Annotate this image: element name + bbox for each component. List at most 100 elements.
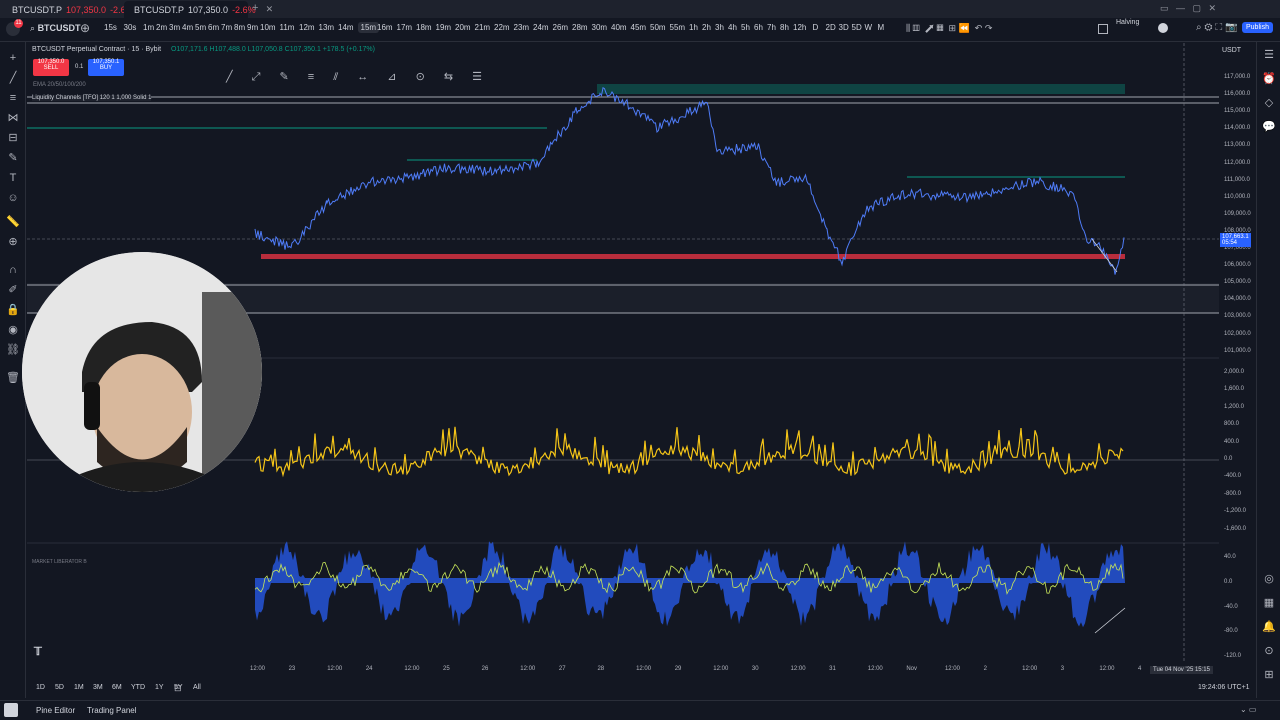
timeframe-13m[interactable]: 13m [319, 23, 335, 32]
pattern-icon[interactable]: ⋈ [5, 110, 21, 126]
timeframe-D[interactable]: D [813, 23, 819, 32]
range-3M[interactable]: 3M [93, 684, 103, 691]
range-All[interactable]: All [193, 684, 201, 691]
settings-icons[interactable]: ⌕ ⚙ ⛶ 📷 [1196, 22, 1237, 33]
timeframe-17m[interactable]: 17m [397, 23, 413, 32]
timeframe-2m[interactable]: 2m [156, 23, 167, 32]
timeframe-7m[interactable]: 7m [221, 23, 232, 32]
range-5D[interactable]: 5D [55, 684, 64, 691]
timeframe-2D[interactable]: 2D [826, 23, 836, 32]
timeframe-24m[interactable]: 24m [533, 23, 549, 32]
timeframe-7h[interactable]: 7h [767, 23, 776, 32]
panel-toggle-icon[interactable]: ⌄ ▭ [1240, 705, 1256, 714]
timeframe-19m[interactable]: 19m [436, 23, 452, 32]
timeframe-11m[interactable]: 11m [280, 23, 295, 32]
symbol-search[interactable]: ⌕ BTCUSDT [30, 23, 81, 34]
watchlist-icon[interactable]: ☰ [1262, 48, 1276, 62]
timeframe-23m[interactable]: 23m [514, 23, 530, 32]
timeframe-3h[interactable]: 3h [715, 23, 724, 32]
halving-label[interactable]: Halving [1116, 19, 1139, 26]
currency-label[interactable]: USDT [1222, 47, 1241, 54]
timeframe-4m[interactable]: 4m [182, 23, 193, 32]
browser-tab[interactable]: BTCUSDT.P 107,350.0 -2.6% ✕ [2, 1, 151, 18]
timeframe-20m[interactable]: 20m [455, 23, 471, 32]
trend-line-icon[interactable]: ╱ [5, 70, 21, 86]
timeframe-28m[interactable]: 28m [572, 23, 588, 32]
range-1M[interactable]: 1M [74, 684, 84, 691]
timeframe-55m[interactable]: 55m [670, 23, 686, 32]
hotlist-icon[interactable]: ⊙ [1262, 644, 1276, 658]
window-controls[interactable]: ▭ — ▢ ✕ [1160, 3, 1216, 14]
range-1D[interactable]: 1D [36, 684, 45, 691]
app-icon[interactable] [4, 703, 18, 717]
timeframe-5h[interactable]: 5h [741, 23, 750, 32]
timeframe-M[interactable]: M [878, 23, 885, 32]
projection-icon[interactable]: ⊟ [5, 130, 21, 146]
floating-draw-toolbar[interactable]: ╱ ⤢ ✎ ≡ ⫽ ↔ ⊿ ⊙ ⇆ ☰ [226, 70, 490, 84]
range-6M[interactable]: 6M [112, 684, 122, 691]
range-YTD[interactable]: YTD [131, 684, 145, 691]
timeframe-5m[interactable]: 5m [195, 23, 206, 32]
clock[interactable]: 19:24:06 UTC+1 [1198, 684, 1250, 691]
timeframe-8h[interactable]: 8h [780, 23, 789, 32]
new-tab-icon[interactable]: + [252, 2, 258, 14]
sell-button[interactable]: 107,350.0 SELL [33, 59, 69, 76]
trash-icon[interactable]: 🗑 [5, 370, 21, 386]
timeframe-15s[interactable]: 15s [104, 23, 117, 32]
publish-button[interactable]: Publish [1242, 22, 1273, 33]
close-icon[interactable]: ✕ [266, 4, 274, 15]
timeframe-45m[interactable]: 45m [631, 23, 647, 32]
fib-icon[interactable]: ≡ [5, 90, 21, 106]
add-symbol-icon[interactable]: ⊕ [80, 21, 90, 35]
browser-tab-active[interactable]: BTCUSDT.P 107,350.0 -2.6% ✕ [124, 1, 273, 18]
timeframe-6h[interactable]: 6h [754, 23, 763, 32]
tradingview-logo[interactable]: 𝕋 [34, 645, 42, 658]
signal-icon[interactable]: ◎ [1262, 572, 1276, 586]
chat-icon[interactable]: 💬 [1262, 120, 1276, 134]
timeframe-30m[interactable]: 30m [592, 23, 608, 32]
timeframe-1m[interactable]: 1m [143, 23, 154, 32]
alerts-icon[interactable]: ⏰ [1262, 72, 1276, 86]
timeframe-21m[interactable]: 21m [475, 23, 491, 32]
timeframe-16m[interactable]: 16m [377, 23, 393, 32]
layers-icon[interactable]: ◇ [1262, 96, 1276, 110]
chart-type-icon[interactable]: ⫼ ▥ ⬈ ▦ ⊞ ⏪ ↶ ↷ [906, 23, 992, 34]
timeframe-12m[interactable]: 12m [299, 23, 315, 32]
lock-icon[interactable]: 🔒 [5, 302, 21, 318]
notification-icon[interactable]: 🔔 [1262, 620, 1276, 634]
timeframe-5D[interactable]: 5D [852, 23, 862, 32]
timeframe-30s[interactable]: 30s [124, 23, 137, 32]
range-1Y[interactable]: 1Y [155, 684, 164, 691]
timeframe-26m[interactable]: 26m [553, 23, 569, 32]
timeframe-2h[interactable]: 2h [702, 23, 711, 32]
timeframe-22m[interactable]: 22m [494, 23, 510, 32]
timeframe-1h[interactable]: 1h [689, 23, 698, 32]
zoom-icon[interactable]: ⊕ [5, 234, 21, 250]
timeframe-3D[interactable]: 3D [839, 23, 849, 32]
grid-icon[interactable]: ⊞ [1262, 668, 1276, 682]
layout-icon[interactable] [1098, 24, 1108, 34]
timeframe-10m[interactable]: 10m [260, 23, 276, 32]
ruler-icon[interactable]: 📏 [5, 214, 21, 230]
magnet-icon[interactable]: ∩ [5, 262, 21, 278]
timeframe-14m[interactable]: 14m [338, 23, 354, 32]
timeframe-4h[interactable]: 4h [728, 23, 737, 32]
calendar-icon[interactable]: ▦ [1262, 596, 1276, 610]
timeframe-8m[interactable]: 8m [234, 23, 245, 32]
timeframe-6m[interactable]: 6m [208, 23, 219, 32]
timeframe-3m[interactable]: 3m [169, 23, 180, 32]
tab-pine-editor[interactable]: Pine Editor [36, 706, 75, 715]
link-icon[interactable]: ⛓ [5, 342, 21, 358]
timeframe-12h[interactable]: 12h [793, 23, 806, 32]
tab-trading-panel[interactable]: Trading Panel [87, 706, 137, 715]
brush-icon[interactable]: ✎ [5, 150, 21, 166]
eye-icon[interactable]: ◉ [5, 322, 21, 338]
timeframe-50m[interactable]: 50m [650, 23, 666, 32]
timeframe-9m[interactable]: 9m [247, 23, 258, 32]
timeframe-40m[interactable]: 40m [611, 23, 627, 32]
timeframe-18m[interactable]: 18m [416, 23, 432, 32]
text-icon[interactable]: T [5, 170, 21, 186]
emoji-icon[interactable]: ☺ [5, 190, 21, 206]
date-range-icon[interactable]: ⊟ [174, 683, 182, 694]
pencil-lock-icon[interactable]: ✐ [5, 282, 21, 298]
